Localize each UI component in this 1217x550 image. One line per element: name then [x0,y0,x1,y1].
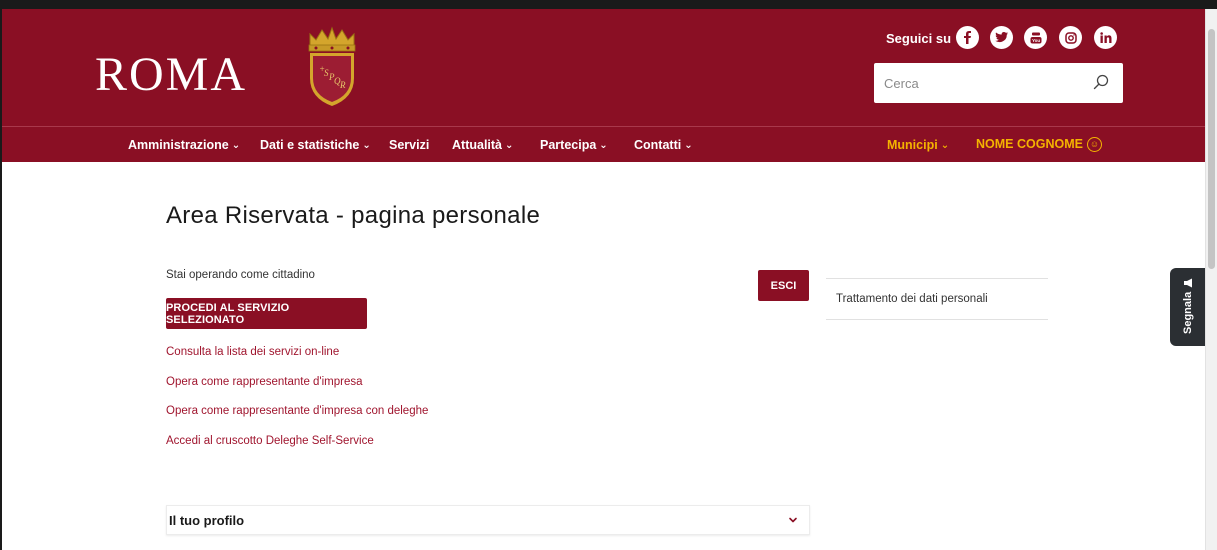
link-online-services[interactable]: Consulta la lista dei servizi on-line [166,346,339,358]
nav-item-dati-statistiche[interactable]: Dati e statistiche ⌄ [260,138,371,152]
youtube-icon[interactable]: You [1024,26,1047,49]
twitter-icon[interactable] [990,26,1013,49]
scrollbar-thumb[interactable] [1208,29,1215,269]
chevron-down-icon [789,517,797,523]
page-scrollbar[interactable] [1205,9,1217,550]
roma-logo-text[interactable]: ROMA [95,47,247,102]
search-icon[interactable] [1093,74,1109,90]
nav-label: Dati e statistiche [260,138,360,152]
user-name: NOME COGNOME [976,137,1083,151]
nav-label: Partecipa [540,138,597,152]
spqr-emblem-icon[interactable]: + S P Q R [302,26,362,108]
nav-item-municipi[interactable]: Municipi ⌄ [887,138,949,152]
link-business-representative[interactable]: Opera come rappresentante d'impresa [166,376,363,388]
nav-item-partecipa[interactable]: Partecipa ⌄ [540,138,608,152]
user-icon: ☺ [1086,137,1102,153]
linkedin-icon[interactable] [1094,26,1117,49]
follow-us-label: Seguici su [886,31,952,46]
chevron-down-icon: ⌄ [599,140,608,151]
report-tab-label: Segnala [1182,291,1194,334]
page-title: Area Riservata - pagina personale [166,202,541,229]
search-input[interactable] [884,73,1084,93]
nav-label: Attualità [452,138,502,152]
profile-accordion[interactable]: Il tuo profilo [166,505,810,535]
nav-label: Contatti [634,138,682,152]
nav-item-contatti[interactable]: Contatti ⌄ [634,138,693,152]
chevron-down-icon: ⌄ [505,140,514,151]
nav-label: Amministrazione [128,138,229,152]
nav-divider [2,126,1205,127]
privacy-link[interactable]: Trattamento dei dati personali [836,293,988,305]
chevron-down-icon: ⌄ [362,140,371,151]
svg-text:R: R [339,80,346,90]
nav-label: Servizi [389,138,430,152]
operating-as-text: Stai operando come cittadino [166,269,315,281]
megaphone-icon [1184,278,1192,288]
nav-item-servizi[interactable]: Servizi [389,138,429,152]
nav-item-amministrazione[interactable]: Amministrazione ⌄ [128,138,240,152]
nav-item-attualita[interactable]: Attualità ⌄ [452,138,513,152]
facebook-icon[interactable] [956,26,979,49]
window-frame-top [0,0,1217,9]
side-panel: Trattamento dei dati personali [826,278,1048,320]
chevron-down-icon: ⌄ [231,140,241,151]
report-feedback-tab[interactable]: Segnala [1170,268,1208,346]
proceed-service-button[interactable]: PROCEDI AL SERVIZIO SELEZIONATO [166,298,367,329]
chevron-down-icon: ⌄ [940,140,950,151]
instagram-icon[interactable] [1059,26,1082,49]
svg-text:You: You [1032,38,1040,43]
chevron-down-icon: ⌄ [684,140,693,151]
logout-button[interactable]: ESCI [758,270,809,301]
search-box [874,63,1123,103]
link-self-service-dashboard[interactable]: Accedi al cruscotto Deleghe Self-Service [166,435,374,447]
municipi-label: Municipi [887,138,938,152]
accordion-title: Il tuo profilo [169,513,245,528]
user-menu[interactable]: NOME COGNOME ☺ [976,137,1102,153]
link-business-representative-delegations[interactable]: Opera come rappresentante d'impresa con … [166,405,428,417]
